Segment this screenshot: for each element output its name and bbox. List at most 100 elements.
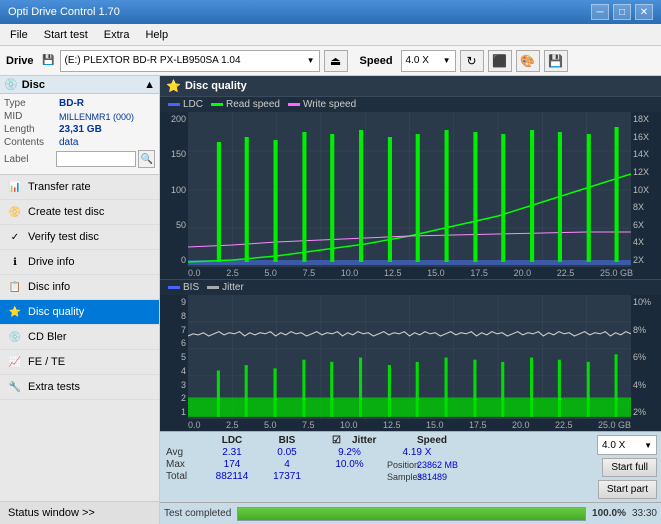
drive-label: Drive: [6, 55, 34, 67]
max-jitter-value: 10.0%: [312, 459, 387, 470]
upper-chart-area: LDC Read speed Write speed 200: [160, 97, 661, 280]
legend-bis-color: [168, 286, 180, 289]
max-label: Max: [166, 459, 202, 470]
length-value: 23,31 GB: [59, 124, 102, 135]
lower-chart-with-axes: 9 8 7 6 5 4 3 2 1: [160, 295, 661, 419]
eject-button[interactable]: ⏏: [324, 50, 348, 72]
stats-area: LDC BIS ☑ Jitter Speed Avg 2.31 0.05 9.2…: [160, 431, 661, 502]
menu-help[interactable]: Help: [139, 27, 174, 43]
speed-label: Speed: [360, 55, 393, 67]
sidebar-item-cd-bler[interactable]: 💿 CD Bler: [0, 325, 159, 350]
jitter-checkbox[interactable]: ☑: [332, 435, 352, 446]
sidebar-item-label-verify-test-disc: Verify test disc: [28, 231, 99, 243]
legend-ldc-color: [168, 103, 180, 106]
lower-x-axis: 0.0 2.5 5.0 7.5 10.0 12.5 15.0 17.5 20.0…: [160, 419, 661, 431]
sidebar-item-label-create-test-disc: Create test disc: [28, 206, 104, 218]
chart-title: Disc quality: [185, 80, 247, 92]
menu-file[interactable]: File: [4, 27, 34, 43]
legend-jitter-label: Jitter: [222, 282, 244, 293]
lower-y-axis-right: 10% 8% 6% 4% 2%: [631, 295, 661, 419]
refresh-button[interactable]: ↻: [460, 50, 484, 72]
max-ldc-value: 174: [202, 459, 262, 470]
disc-section-toggle[interactable]: ▲: [144, 79, 155, 91]
ldc-header: LDC: [202, 435, 262, 446]
legend-read-speed-label: Read speed: [226, 99, 280, 110]
extra-tests-icon: 🔧: [8, 380, 22, 394]
stats-max-row: Max 174 4 10.0% Position 23862 MB: [166, 459, 587, 470]
status-window-button[interactable]: Status window >>: [0, 501, 159, 524]
transfer-rate-icon: 📊: [8, 180, 22, 194]
sidebar-item-disc-info[interactable]: 📋 Disc info: [0, 275, 159, 300]
charts-container: LDC Read speed Write speed 200: [160, 97, 661, 431]
mid-label: MID: [4, 111, 59, 122]
start-full-button[interactable]: Start full: [602, 458, 657, 477]
legend-jitter-color: [207, 286, 219, 289]
stop-button[interactable]: ⬛: [488, 50, 512, 72]
total-ldc-value: 882114: [202, 471, 262, 482]
menu-extra[interactable]: Extra: [98, 27, 136, 43]
app-title: Opti Drive Control 1.70: [8, 6, 120, 18]
minimize-button[interactable]: ─: [591, 4, 609, 20]
drive-select[interactable]: (E:) PLEXTOR BD-R PX-LB950SA 1.04 ▼: [60, 50, 320, 72]
contents-label: Contents: [4, 137, 59, 148]
sidebar-item-disc-quality[interactable]: ⭐ Disc quality: [0, 300, 159, 325]
menu-start-test[interactable]: Start test: [38, 27, 94, 43]
sidebar-item-label-disc-info: Disc info: [28, 281, 70, 293]
sidebar-item-label-fe-te: FE / TE: [28, 356, 65, 368]
sidebar-item-extra-tests[interactable]: 🔧 Extra tests: [0, 375, 159, 400]
max-position-value: 23862 MB: [417, 460, 477, 470]
label-input[interactable]: [56, 151, 136, 167]
sidebar-item-verify-test-disc[interactable]: ✓ Verify test disc: [0, 225, 159, 250]
speed-dropdown-row: 4.0 X ▼: [597, 435, 657, 455]
upper-chart-svg-container: [188, 112, 631, 267]
legend-write-speed-color: [288, 103, 300, 106]
lower-chart-svg-container: [188, 295, 631, 419]
position-label: Position: [387, 460, 417, 470]
lower-chart-area: BIS Jitter 9 8 7 6 5 4: [160, 280, 661, 431]
avg-label: Avg: [166, 447, 202, 458]
upper-y-axis-left: 200 150 100 50 0: [160, 112, 188, 267]
maximize-button[interactable]: □: [613, 4, 631, 20]
speed-dropdown[interactable]: 4.0 X ▼: [597, 435, 657, 455]
speed-select[interactable]: 4.0 X ▼: [401, 50, 456, 72]
menu-bar: File Start test Extra Help: [0, 24, 661, 46]
legend-write-speed-label: Write speed: [303, 99, 356, 110]
chart-header: ⭐ Disc quality: [160, 76, 661, 97]
stats-header: LDC BIS ☑ Jitter Speed: [166, 435, 587, 446]
speed-col-header: Speed: [407, 435, 457, 446]
label-search-button[interactable]: 🔍: [138, 150, 155, 168]
sidebar-item-label-extra-tests: Extra tests: [28, 381, 80, 393]
window-controls: ─ □ ✕: [591, 4, 653, 20]
upper-legend: LDC Read speed Write speed: [160, 97, 661, 112]
cd-bler-icon: 💿: [8, 330, 22, 344]
sidebar-item-fe-te[interactable]: 📈 FE / TE: [0, 350, 159, 375]
stats-total-row: Total 882114 17371 Samples 381489: [166, 471, 587, 482]
time-elapsed: 33:30: [632, 508, 657, 519]
create-test-disc-icon: 📀: [8, 205, 22, 219]
jitter-header: Jitter: [352, 435, 407, 446]
stats-table: LDC BIS ☑ Jitter Speed Avg 2.31 0.05 9.2…: [160, 432, 593, 502]
nav-items: 📊 Transfer rate 📀 Create test disc ✓ Ver…: [0, 175, 159, 501]
toolbar: Drive 💾 (E:) PLEXTOR BD-R PX-LB950SA 1.0…: [0, 46, 661, 76]
close-button[interactable]: ✕: [635, 4, 653, 20]
legend-bis: BIS: [168, 282, 199, 293]
sidebar-item-transfer-rate[interactable]: 📊 Transfer rate: [0, 175, 159, 200]
sidebar-item-create-test-disc[interactable]: 📀 Create test disc: [0, 200, 159, 225]
save-button[interactable]: 💾: [544, 50, 568, 72]
sidebar-item-drive-info[interactable]: ℹ Drive info: [0, 250, 159, 275]
color-button[interactable]: 🎨: [516, 50, 540, 72]
avg-bis-value: 0.05: [262, 447, 312, 458]
bis-header: BIS: [262, 435, 312, 446]
contents-value: data: [59, 137, 78, 148]
start-part-button[interactable]: Start part: [598, 480, 657, 499]
legend-jitter: Jitter: [207, 282, 244, 293]
drive-dropdown-arrow: ▼: [307, 56, 315, 65]
lower-y-axis-left: 9 8 7 6 5 4 3 2 1: [160, 295, 188, 419]
speed-value: 4.0 X: [406, 55, 443, 66]
sidebar-item-label-disc-quality: Disc quality: [28, 306, 84, 318]
status-window-label: Status window >>: [8, 507, 95, 519]
legend-read-speed-color: [211, 103, 223, 106]
sidebar-item-label-cd-bler: CD Bler: [28, 331, 67, 343]
disc-contents-row: Contents data: [4, 137, 155, 148]
samples-label: Samples: [387, 472, 417, 482]
